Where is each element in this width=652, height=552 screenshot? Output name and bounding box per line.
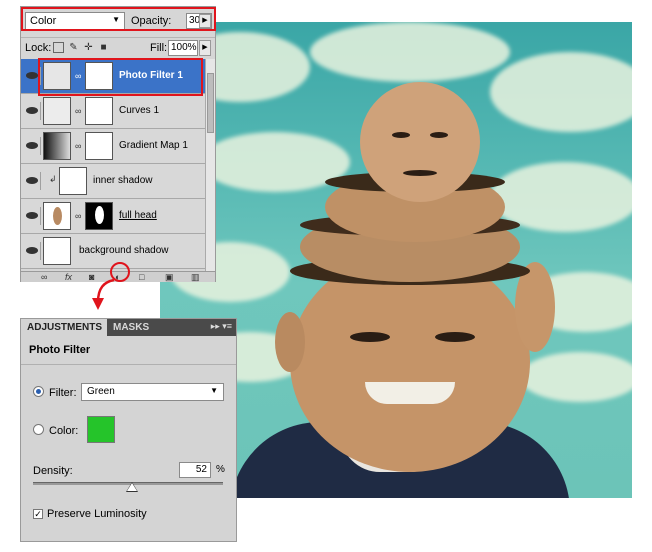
highlight-box-blend-opacity [21,7,216,31]
layer-thumbnail [43,202,71,230]
eye-icon[interactable] [23,102,41,120]
layer-mask-thumbnail[interactable] [85,132,113,160]
lock-label: Lock: [25,42,52,54]
chain-link-icon: ∞ [75,106,82,116]
filter-select[interactable]: Green ▼ [81,383,224,401]
fill-label: Fill: [150,42,168,54]
density-input[interactable]: 52 [179,462,211,478]
adjustments-tab-bar: ADJUSTMENTS MASKS ▸▸ ▾≡ [21,319,236,336]
fill-slider-arrow-icon[interactable]: ▶ [199,40,211,56]
panel-menu-icon[interactable]: ▸▸ ▾≡ [211,321,232,332]
eye-icon[interactable] [23,137,41,155]
layers-scrollbar[interactable] [205,59,215,271]
color-radio[interactable] [33,424,44,435]
clipping-arrow-icon: ↲ [49,174,57,184]
layer-name: Curves 1 [119,105,160,116]
lock-move-icon[interactable]: ✛ [83,42,94,53]
fx-icon[interactable]: fx [65,272,72,282]
preserve-luminosity-checkbox[interactable]: ✓ [33,509,43,519]
density-slider-knob[interactable] [126,483,137,491]
color-label: Color: [49,425,79,437]
red-arrow-icon [92,278,115,310]
layer-mask-thumbnail[interactable] [85,97,113,125]
curves-thumbnail-icon [43,97,71,125]
trash-icon[interactable]: ▥ [191,272,200,283]
layer-curves[interactable]: ∞ Curves 1 [21,94,205,129]
layer-thumbnail [43,237,71,265]
fill-input[interactable]: 100% [168,40,198,56]
layer-gradient-map[interactable]: ∞ Gradient Map 1 [21,129,205,164]
layer-thumbnail [59,167,87,195]
highlight-box-selected-layer [38,58,203,96]
lock-row: Lock: ✎ ✛ ■ Fill: 100% ▶ [21,37,215,57]
layer-name: Gradient Map 1 [119,140,188,151]
layers-panel: Color ▼ Opacity: 30% ▶ Lock: ✎ ✛ ■ Fill:… [20,6,216,282]
filter-value: Green [87,386,115,397]
adjustments-panel: ADJUSTMENTS MASKS ▸▸ ▾≡ Photo Filter Fil… [20,318,237,542]
chevron-down-icon: ▼ [210,386,218,395]
layer-name: inner shadow [93,175,153,186]
link-icon[interactable]: ∞ [41,272,47,282]
lock-all-icon[interactable]: ■ [98,42,109,53]
adjustment-title: Photo Filter [29,344,91,356]
layer-inner-shadow[interactable]: ↲ inner shadow [21,164,205,199]
gradient-map-thumbnail-icon [43,132,71,160]
layer-name: full head [119,210,157,221]
divider [21,364,236,365]
density-label: Density: [33,465,73,477]
eye-icon[interactable] [23,172,41,190]
layer-mask-thumbnail[interactable] [85,202,113,230]
new-layer-icon[interactable]: ▣ [165,272,174,283]
preserve-luminosity-label: Preserve Luminosity [47,508,147,520]
lock-brush-icon[interactable]: ✎ [68,42,79,53]
folder-icon[interactable]: □ [139,272,144,282]
color-swatch[interactable] [87,416,115,443]
filter-label: Filter: [49,387,77,399]
lock-transparency-icon[interactable] [53,42,64,53]
tab-adjustments[interactable]: ADJUSTMENTS [21,319,107,336]
chain-link-icon: ∞ [75,211,82,221]
layer-name: background shadow [79,245,169,256]
eye-icon[interactable] [23,207,41,225]
eye-icon[interactable] [23,242,41,260]
density-unit: % [216,464,225,475]
layer-full-head[interactable]: ∞ full head [21,199,205,234]
chain-link-icon: ∞ [75,141,82,151]
tab-masks[interactable]: MASKS [107,319,157,336]
scrollbar-thumb[interactable] [207,73,214,133]
filter-radio[interactable] [33,386,44,397]
